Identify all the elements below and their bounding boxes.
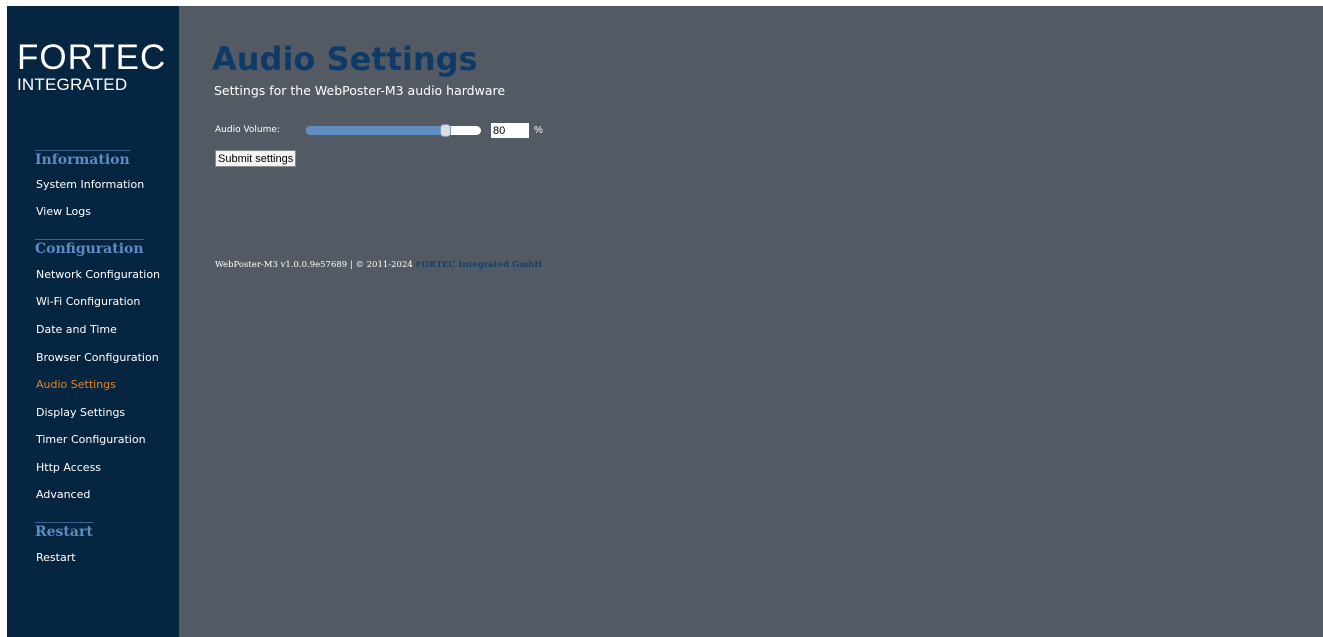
sidebar-item-browser-configuration[interactable]: Browser Configuration [36,351,159,364]
sidebar-item-date-and-time[interactable]: Date and Time [36,323,117,336]
slider-fill [306,126,446,135]
logo-sub-text: INTEGRATED [17,75,128,94]
page-subtitle: Settings for the WebPoster-M3 audio hard… [214,83,506,98]
sidebar-item-http-access[interactable]: Http Access [36,461,101,474]
sidebar-item-audio-settings[interactable]: Audio Settings [36,378,116,391]
audio-volume-row: Audio Volume: % [215,123,615,139]
nav-section-configuration: Configuration [35,238,144,257]
sidebar: FORTEC INTEGRATED Information System Inf… [7,6,179,637]
sidebar-item-view-logs[interactable]: View Logs [36,205,91,218]
submit-settings-button[interactable]: Submit settings [215,150,297,167]
app-frame: FORTEC INTEGRATED Information System Inf… [7,6,1323,637]
sidebar-item-wifi-configuration[interactable]: Wi-Fi Configuration [36,295,140,308]
page-title: Audio Settings [212,40,478,78]
fortec-logo: FORTEC INTEGRATED [17,38,167,94]
sidebar-item-display-settings[interactable]: Display Settings [36,406,125,419]
sidebar-item-timer-configuration[interactable]: Timer Configuration [36,433,146,446]
sidebar-item-system-information[interactable]: System Information [36,178,144,191]
footer-version-text: WebPoster-M3 v1.0.0.9e57689 | © 2011-202… [215,260,416,270]
nav-header-information: Information [35,150,130,168]
nav-header-configuration: Configuration [35,239,144,257]
sidebar-item-advanced[interactable]: Advanced [36,488,90,501]
audio-volume-unit: % [534,125,543,136]
footer-company-link[interactable]: FORTEC Integrated GmbH [415,260,542,270]
nav-section-restart: Restart [35,521,93,540]
nav-header-restart: Restart [35,522,93,540]
footer: WebPoster-M3 v1.0.0.9e57689 | © 2011-202… [215,260,542,270]
audio-volume-input[interactable] [491,123,529,138]
audio-volume-slider[interactable] [306,124,481,137]
nav-section-information: Information [35,149,130,168]
sidebar-item-network-configuration[interactable]: Network Configuration [36,268,160,281]
main-content: Audio Settings Settings for the WebPoste… [179,6,1323,637]
slider-thumb[interactable] [440,124,451,137]
logo-main-text: FORTEC [17,38,167,77]
sidebar-item-restart[interactable]: Restart [36,551,76,564]
audio-volume-label: Audio Volume: [215,125,280,135]
